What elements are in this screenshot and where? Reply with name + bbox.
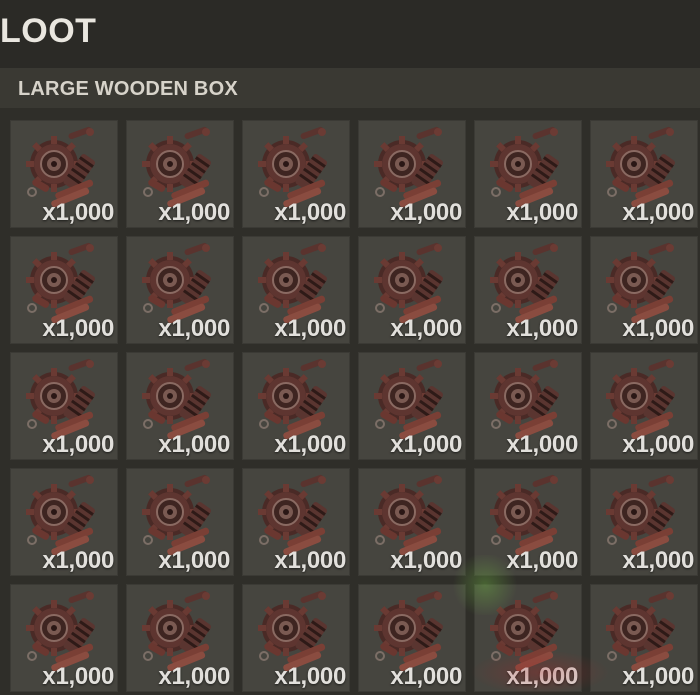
inventory-slot[interactable]: x1,000 [126, 468, 234, 576]
inventory-slot[interactable]: x1,000 [126, 352, 234, 460]
item-quantity: x1,000 [158, 663, 230, 690]
inventory-slot[interactable]: x1,000 [126, 584, 234, 692]
item-quantity: x1,000 [506, 315, 578, 342]
inventory-slot[interactable]: x1,000 [590, 468, 698, 576]
item-quantity: x1,000 [42, 315, 114, 342]
item-quantity: x1,000 [390, 431, 462, 458]
inventory-slot[interactable]: x1,000 [10, 120, 118, 228]
inventory-slot[interactable]: x1,000 [10, 352, 118, 460]
item-quantity: x1,000 [506, 199, 578, 226]
item-quantity: x1,000 [42, 547, 114, 574]
item-quantity: x1,000 [622, 547, 694, 574]
inventory-slot[interactable]: x1,000 [474, 120, 582, 228]
item-quantity: x1,000 [506, 663, 578, 690]
inventory-slot[interactable]: x1,000 [590, 352, 698, 460]
item-quantity: x1,000 [42, 663, 114, 690]
item-quantity: x1,000 [274, 547, 346, 574]
inventory-slot[interactable]: x1,000 [590, 584, 698, 692]
inventory-slot[interactable]: x1,000 [474, 236, 582, 344]
inventory-slot[interactable]: x1,000 [358, 468, 466, 576]
item-quantity: x1,000 [274, 315, 346, 342]
item-quantity: x1,000 [390, 199, 462, 226]
item-quantity: x1,000 [622, 199, 694, 226]
inventory-slot[interactable]: x1,000 [242, 236, 350, 344]
inventory-grid: x1,000 x1,000 x1,000 x1,000 x1,000 x1,00… [10, 120, 698, 692]
loot-panel: LARGE WOODEN BOX x1,000 x1,000 x1,000 x1… [0, 68, 700, 695]
item-quantity: x1,000 [622, 315, 694, 342]
inventory-slot[interactable]: x1,000 [358, 584, 466, 692]
item-quantity: x1,000 [274, 199, 346, 226]
inventory-slot[interactable]: x1,000 [10, 468, 118, 576]
item-quantity: x1,000 [390, 663, 462, 690]
item-quantity: x1,000 [622, 431, 694, 458]
item-quantity: x1,000 [42, 199, 114, 226]
inventory-slot[interactable]: x1,000 [358, 236, 466, 344]
inventory-slot[interactable]: x1,000 [590, 120, 698, 228]
item-quantity: x1,000 [506, 431, 578, 458]
inventory-slot[interactable]: x1,000 [10, 236, 118, 344]
item-quantity: x1,000 [274, 663, 346, 690]
item-quantity: x1,000 [158, 431, 230, 458]
item-quantity: x1,000 [274, 431, 346, 458]
item-quantity: x1,000 [506, 547, 578, 574]
inventory-slot[interactable]: x1,000 [358, 120, 466, 228]
inventory-slot[interactable]: x1,000 [242, 468, 350, 576]
inventory-slot[interactable]: x1,000 [474, 584, 582, 692]
item-quantity: x1,000 [390, 547, 462, 574]
inventory-slot[interactable]: x1,000 [358, 352, 466, 460]
loot-title: LOOT [0, 12, 97, 50]
item-quantity: x1,000 [622, 663, 694, 690]
item-quantity: x1,000 [158, 315, 230, 342]
inventory-slot[interactable]: x1,000 [242, 584, 350, 692]
inventory-slot[interactable]: x1,000 [126, 120, 234, 228]
inventory-slot[interactable]: x1,000 [242, 120, 350, 228]
container-header: LARGE WOODEN BOX [0, 68, 700, 108]
inventory-slot[interactable]: x1,000 [474, 352, 582, 460]
item-quantity: x1,000 [390, 315, 462, 342]
item-quantity: x1,000 [42, 431, 114, 458]
container-title: LARGE WOODEN BOX [18, 78, 238, 100]
inventory-slot[interactable]: x1,000 [590, 236, 698, 344]
inventory-slot[interactable]: x1,000 [10, 584, 118, 692]
item-quantity: x1,000 [158, 547, 230, 574]
item-quantity: x1,000 [158, 199, 230, 226]
inventory-slot[interactable]: x1,000 [474, 468, 582, 576]
inventory-slot[interactable]: x1,000 [126, 236, 234, 344]
inventory-slot[interactable]: x1,000 [242, 352, 350, 460]
